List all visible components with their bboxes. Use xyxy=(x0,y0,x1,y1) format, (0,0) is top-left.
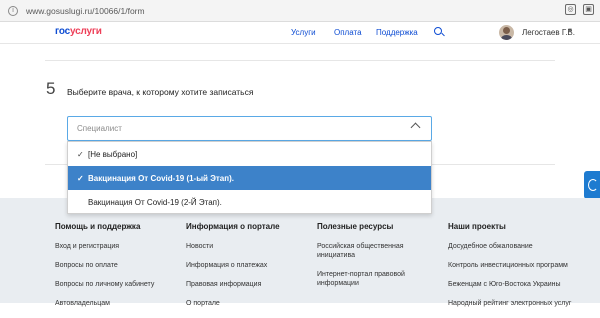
specialist-dropdown: ✓ [Не выбрано] ✓ Вакцинация От Covid-19 … xyxy=(67,141,432,214)
browser-tools: ◎ ▣ xyxy=(565,4,594,15)
footer-link[interactable]: Новости xyxy=(186,242,311,251)
help-chat-button[interactable] xyxy=(584,171,600,199)
footer-link[interactable]: Контроль инвестиционных программ xyxy=(448,261,598,270)
footer-col-title: Помощь и поддержка xyxy=(55,222,141,231)
footer-col-portal-info: Информация о портале Новости Информация … xyxy=(186,222,311,318)
footer-link[interactable]: Информация о платежах xyxy=(186,261,311,270)
url-text[interactable]: www.gosuslugi.ru/10066/1/form xyxy=(26,6,145,16)
chevron-down-icon[interactable]: ▼ xyxy=(567,28,573,34)
footer-col-projects: Наши проекты Досудебное обжалование Конт… xyxy=(448,222,598,318)
footer-col-help: Помощь и поддержка Вход и регистрация Во… xyxy=(55,222,180,318)
check-icon: ✓ xyxy=(77,173,84,183)
browser-address-bar: i www.gosuslugi.ru/10066/1/form ◎ ▣ xyxy=(0,0,600,22)
search-icon[interactable] xyxy=(434,27,442,35)
footer-col-title: Наши проекты xyxy=(448,222,506,231)
site-header: госуслуги Услуги Оплата Поддержка Легост… xyxy=(0,22,600,44)
footer-col-title: Информация о портале xyxy=(186,222,280,231)
option-not-selected[interactable]: ✓ [Не выбрано] xyxy=(68,142,431,166)
extension-icon[interactable]: ◎ xyxy=(565,4,576,15)
info-icon[interactable]: i xyxy=(8,5,18,16)
nav-support[interactable]: Поддержка xyxy=(376,28,418,37)
option-label: Вакцинация От Covid-19 (2-Й Этап). xyxy=(88,197,222,207)
footer-link[interactable]: Досудебное обжалование xyxy=(448,242,598,251)
chevron-up-icon[interactable] xyxy=(410,122,421,133)
option-label: [Не выбрано] xyxy=(88,149,138,159)
step-number: 5 xyxy=(46,79,56,98)
divider xyxy=(45,60,555,61)
option-label: Вакцинация От Covid-19 (1-ый Этап). xyxy=(88,173,234,183)
footer-link[interactable]: Вопросы по личному кабинету xyxy=(55,280,180,289)
footer-link[interactable]: Вопросы по оплате xyxy=(55,261,180,270)
footer-link[interactable]: Интернет-портал правовой информации xyxy=(317,270,412,288)
footer-link[interactable]: Правовая информация xyxy=(186,280,311,289)
gosuslugi-logo[interactable]: госуслуги xyxy=(55,26,102,37)
footer-link[interactable]: Народный рейтинг электронных услуг xyxy=(448,299,598,308)
specialist-select[interactable]: Специалист xyxy=(67,116,432,141)
logo-text-gos: гос xyxy=(55,26,70,37)
footer-link[interactable]: Российская общественная инициатива xyxy=(317,242,412,260)
footer-link[interactable]: О портале xyxy=(186,299,311,308)
option-vaccination-stage-2[interactable]: Вакцинация От Covid-19 (2-Й Этап). xyxy=(68,190,431,214)
logo-text-uslugi: услуги xyxy=(69,26,102,37)
camera-icon[interactable]: ▣ xyxy=(583,4,594,15)
nav-services[interactable]: Услуги xyxy=(291,28,316,37)
footer-link[interactable]: Автовладельцам xyxy=(55,299,180,308)
avatar[interactable] xyxy=(499,25,514,40)
step-title: Выберите врача, к которому хотите записа… xyxy=(67,87,254,97)
option-vaccination-stage-1[interactable]: ✓ Вакцинация От Covid-19 (1-ый Этап). xyxy=(68,166,431,190)
footer-col-resources: Полезные ресурсы Российская общественная… xyxy=(317,222,412,298)
nav-payment[interactable]: Оплата xyxy=(334,28,362,37)
footer-link[interactable]: Вход и регистрация xyxy=(55,242,180,251)
check-icon: ✓ xyxy=(77,149,84,159)
footer-link[interactable]: Беженцам с Юго-Востока Украины xyxy=(448,280,598,289)
select-placeholder: Специалист xyxy=(77,124,122,133)
footer-col-title: Полезные ресурсы xyxy=(317,222,394,231)
